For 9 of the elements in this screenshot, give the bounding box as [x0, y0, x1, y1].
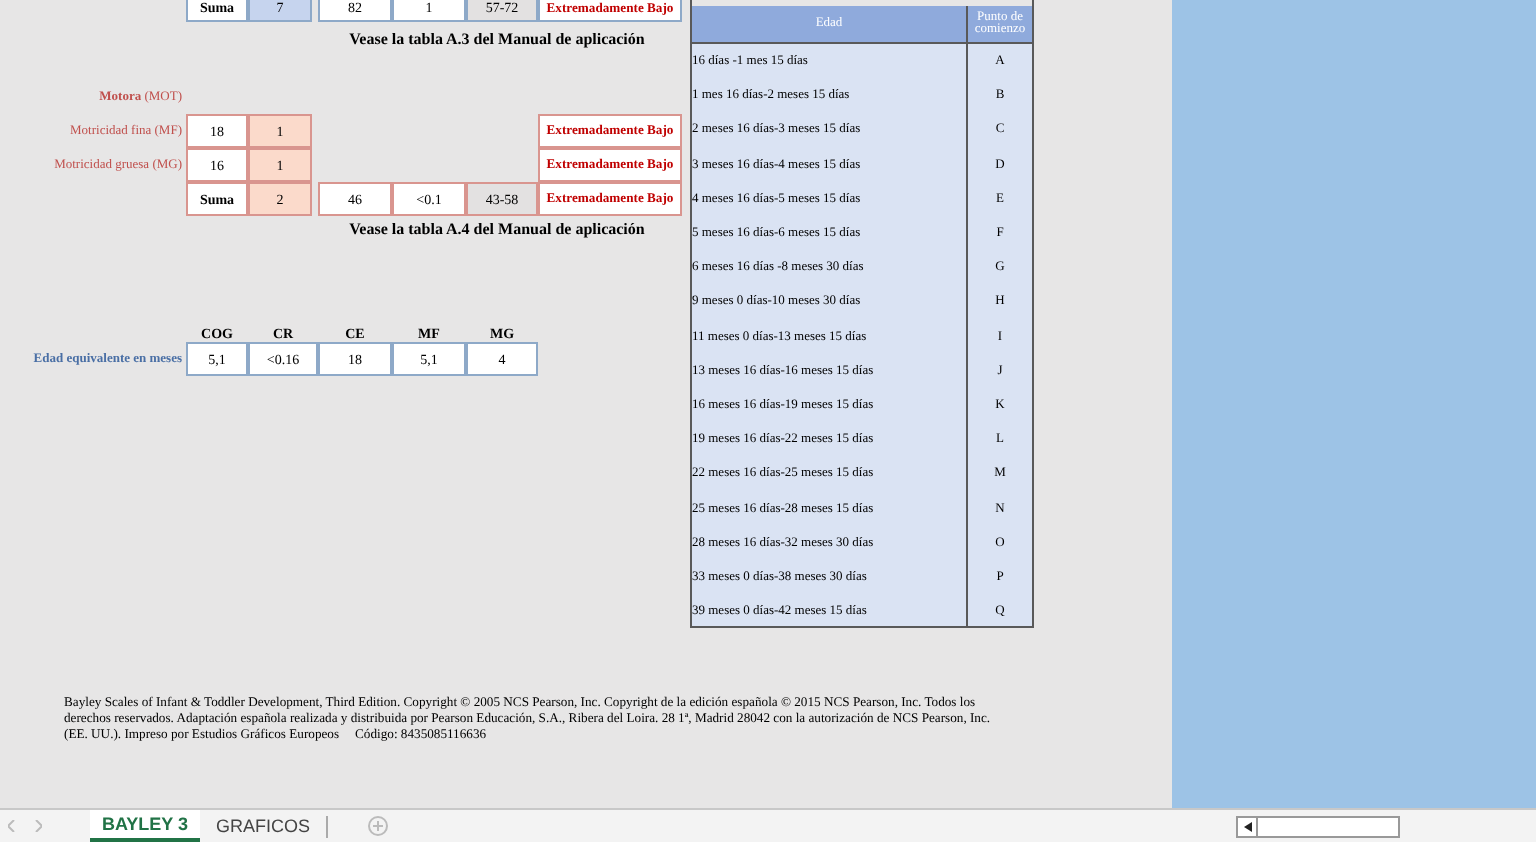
add-sheet-icon[interactable]	[368, 816, 389, 836]
note-text: Vease la tabla A.4 del Manual de aplicación	[347, 217, 647, 240]
sheet-tab[interactable]: BAYLEY 3	[90, 810, 201, 842]
next-sheet-icon[interactable]	[34, 820, 42, 832]
horizontal-scrollbar[interactable]	[1236, 815, 1400, 837]
note-text: Vease la tabla A.3 del Manual de aplicación	[347, 28, 647, 52]
sheet-tab[interactable]: GRAFICOS	[204, 810, 323, 842]
left-arrow-icon	[1243, 821, 1251, 831]
previous-sheet-icon[interactable]	[8, 820, 16, 832]
